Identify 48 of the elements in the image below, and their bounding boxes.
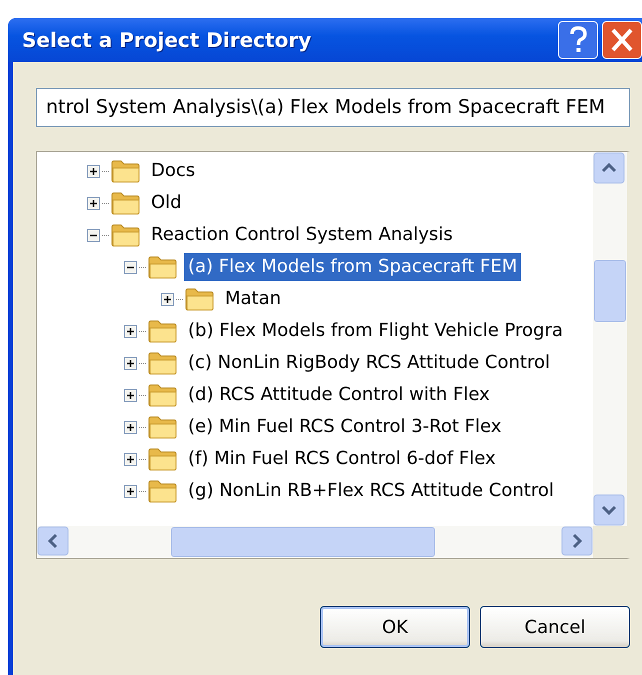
- folder-label[interactable]: (b) Flex Models from Flight Vehicle Progra: [184, 317, 567, 345]
- folder-icon: [111, 223, 141, 247]
- collapse-icon[interactable]: [124, 260, 137, 274]
- scroll-thumb[interactable]: [171, 527, 435, 557]
- expand-icon[interactable]: [124, 420, 137, 434]
- vertical-scrollbar[interactable]: [593, 152, 627, 526]
- folder-icon: [148, 319, 178, 343]
- expand-icon[interactable]: [124, 452, 137, 466]
- folder-label[interactable]: (a) Flex Models from Spacecraft FEM: [184, 253, 522, 281]
- folder-label[interactable]: (f) Min Fuel RCS Control 6-dof Flex: [184, 445, 500, 473]
- folder-label[interactable]: Matan: [221, 285, 286, 313]
- collapse-icon[interactable]: [87, 228, 100, 242]
- folder-label[interactable]: (e) Min Fuel RCS Control 3-Rot Flex: [184, 413, 506, 441]
- horizontal-scrollbar[interactable]: [37, 526, 627, 558]
- scrollbar-corner: [593, 526, 627, 558]
- folder-icon: [148, 351, 178, 375]
- folder-icon: [185, 287, 215, 311]
- expand-icon[interactable]: [124, 356, 137, 370]
- expand-icon[interactable]: [124, 484, 137, 498]
- folder-label[interactable]: Docs: [147, 157, 200, 185]
- folder-label[interactable]: (c) NonLin RigBody RCS Attitude Control: [184, 349, 554, 377]
- folder-icon: [111, 159, 141, 183]
- expand-icon[interactable]: [124, 388, 137, 402]
- close-button[interactable]: [602, 21, 642, 59]
- folder-label[interactable]: Old: [147, 189, 186, 217]
- folder-label[interactable]: (d) RCS Attitude Control with Flex: [184, 381, 494, 409]
- folder-icon: [148, 479, 178, 503]
- folder-label[interactable]: (g) NonLin RB+Flex RCS Attitude Control: [184, 477, 558, 505]
- folder-icon: [111, 191, 141, 215]
- expand-icon[interactable]: [161, 292, 174, 306]
- path-field[interactable]: ntrol System Analysis\(a) Flex Models from Spacecraft FEM: [36, 88, 630, 127]
- expand-icon[interactable]: [124, 324, 137, 338]
- scroll-thumb[interactable]: [594, 260, 626, 322]
- scroll-left-button[interactable]: [37, 526, 69, 556]
- expand-icon[interactable]: [87, 164, 100, 178]
- help-button[interactable]: [558, 21, 598, 59]
- scroll-up-button[interactable]: [593, 152, 625, 184]
- scroll-right-button[interactable]: [561, 526, 593, 556]
- folder-icon: [148, 255, 178, 279]
- ok-button[interactable]: OK: [320, 606, 470, 648]
- cancel-button[interactable]: Cancel: [480, 606, 630, 648]
- folder-label[interactable]: Reaction Control System Analysis: [147, 221, 457, 249]
- folder-icon: [148, 447, 178, 471]
- expand-icon[interactable]: [87, 196, 100, 210]
- folder-icon: [148, 383, 178, 407]
- folder-icon: [148, 415, 178, 439]
- scroll-down-button[interactable]: [593, 494, 625, 526]
- window-title: Select a Project Directory: [22, 28, 312, 52]
